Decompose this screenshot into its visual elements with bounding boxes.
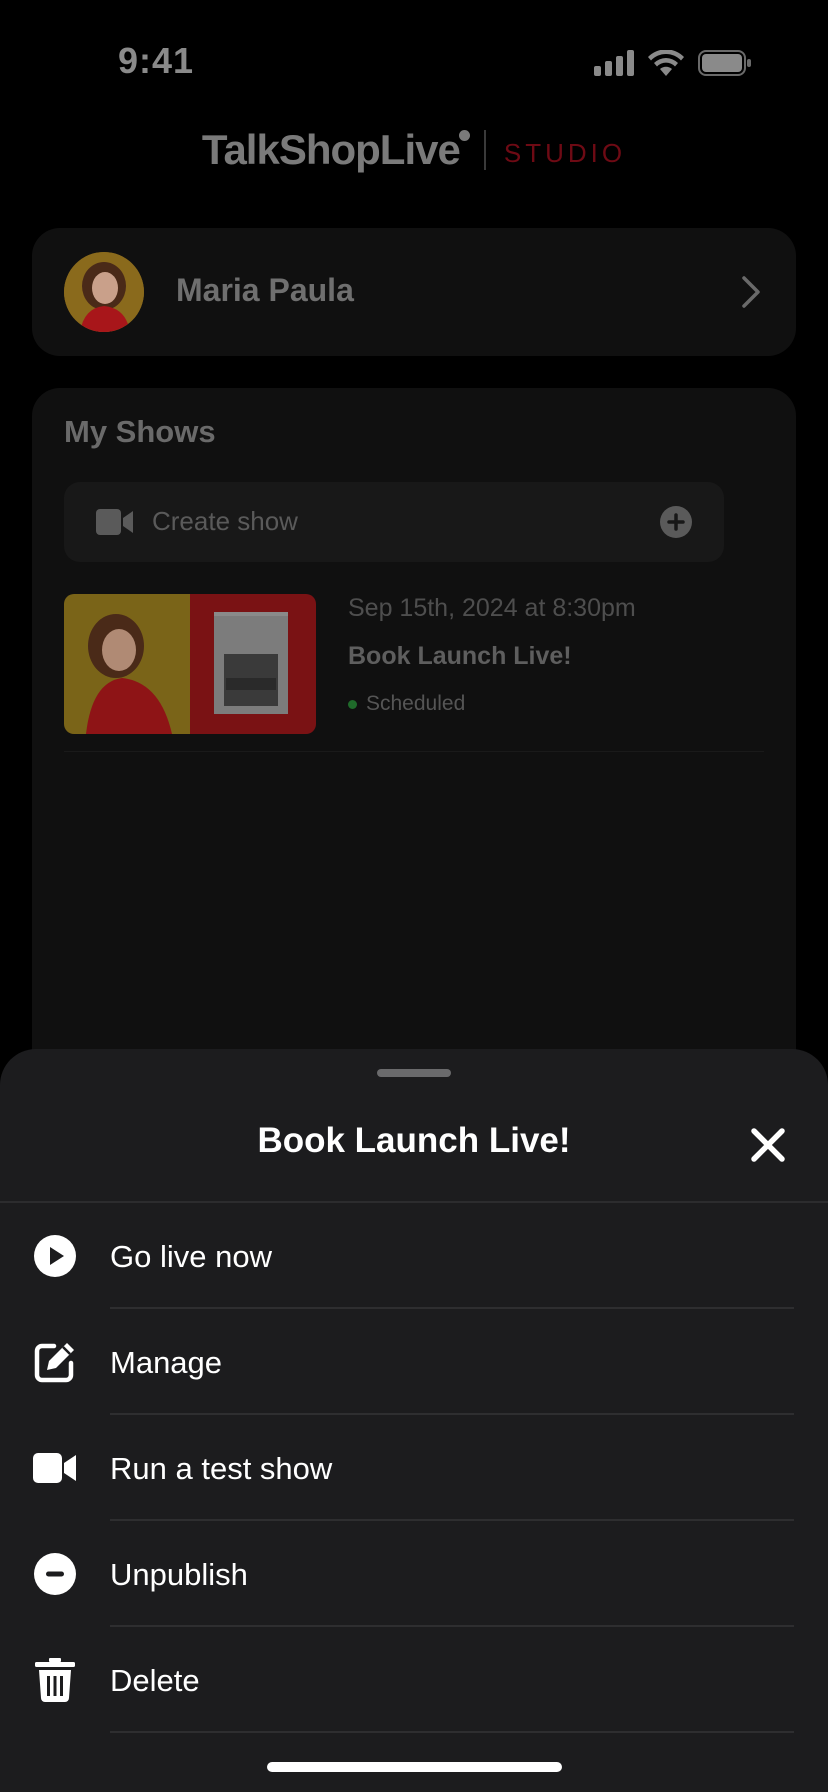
- edit-icon: [32, 1339, 78, 1385]
- status-badge: Scheduled: [366, 692, 466, 715]
- menu-item-delete[interactable]: Delete: [0, 1627, 828, 1733]
- status-icons: [594, 50, 752, 76]
- brand-dot: [458, 130, 470, 141]
- menu-divider: [110, 1731, 794, 1733]
- menu-label: Run a test show: [110, 1451, 333, 1486]
- show-list-item[interactable]: Sep 15th, 2024 at 8:30pm Book Launch Liv…: [64, 594, 764, 752]
- brand-logo: TalkShopLive: [202, 126, 470, 174]
- menu-label: Delete: [110, 1663, 200, 1698]
- status-dot: [348, 699, 357, 709]
- menu-label: Unpublish: [110, 1557, 248, 1592]
- menu-item-go-live[interactable]: Go live now: [0, 1203, 828, 1309]
- video-camera-icon: [96, 509, 133, 535]
- status-time: 9:41: [118, 40, 195, 81]
- my-shows-title: My Shows: [64, 414, 216, 449]
- video-camera-icon: [32, 1445, 78, 1491]
- create-show-button[interactable]: Create show: [64, 482, 724, 562]
- play-circle-icon: [32, 1233, 78, 1279]
- avatar: [64, 252, 144, 332]
- menu-item-manage[interactable]: Manage: [0, 1309, 828, 1415]
- minus-circle-icon: [32, 1551, 78, 1597]
- signal-icon: [594, 50, 634, 76]
- status-bar: 9:41: [0, 0, 828, 120]
- menu-label: Go live now: [110, 1239, 272, 1274]
- menu-item-unpublish[interactable]: Unpublish: [0, 1521, 828, 1627]
- my-shows-card: My Shows Create show Sep 15th, 2024 at 8…: [32, 388, 796, 1088]
- menu-label: Manage: [110, 1345, 223, 1380]
- show-thumbnail: [64, 594, 316, 734]
- trash-icon: [32, 1657, 78, 1703]
- profile-card[interactable]: Maria Paula: [32, 228, 796, 356]
- action-sheet: Book Launch Live! Go live now Manage Run…: [0, 1049, 828, 1792]
- wifi-icon: [648, 50, 684, 76]
- battery-icon: [698, 50, 751, 76]
- sheet-title: Book Launch Live!: [257, 1121, 571, 1160]
- chevron-right-icon: [742, 276, 760, 308]
- close-icon[interactable]: [748, 1125, 788, 1165]
- show-title: Book Launch Live!: [348, 642, 572, 670]
- create-show-label: Create show: [152, 506, 298, 536]
- brand-separator: [483, 130, 486, 170]
- brand-studio: STUDIO: [503, 137, 627, 168]
- brand-header: TalkShopLive STUDIO: [0, 122, 828, 178]
- show-status: Scheduled: [348, 692, 465, 716]
- sheet-grabber[interactable]: [377, 1069, 451, 1077]
- profile-name: Maria Paula: [176, 272, 354, 308]
- home-indicator[interactable]: [267, 1762, 562, 1772]
- plus-circle-icon: [660, 506, 692, 538]
- show-date: Sep 15th, 2024 at 8:30pm: [348, 594, 636, 622]
- menu-item-test-show[interactable]: Run a test show: [0, 1415, 828, 1521]
